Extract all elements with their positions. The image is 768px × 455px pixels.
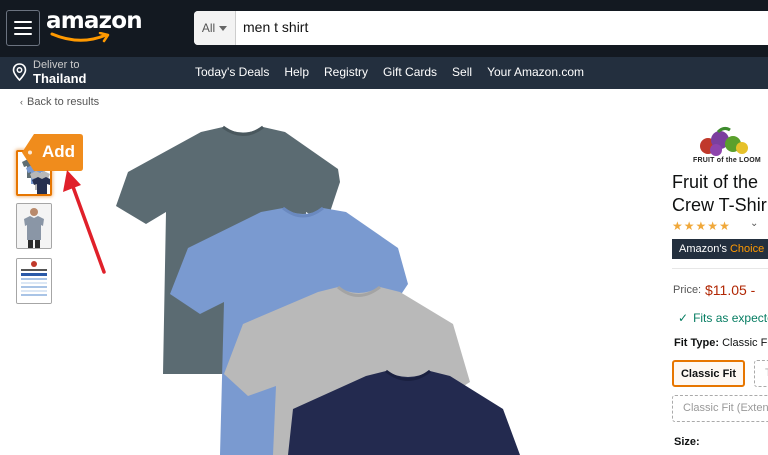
size-chart-thumbnail-image	[17, 259, 51, 303]
fit-option-tall[interactable]: T	[754, 360, 768, 387]
menu-icon-line	[14, 27, 32, 29]
deliver-to-label: Deliver to	[33, 59, 80, 71]
add-tag-label: Add	[42, 142, 76, 161]
brand-logo-text: FRUIT of the LOOM	[693, 157, 761, 164]
fruit-logo-icon	[700, 126, 748, 156]
amazons-choice-badge[interactable]: Amazon's Choice	[672, 239, 768, 259]
fit-type-label: Fit Type:	[674, 337, 720, 349]
nav-link-sell[interactable]: Sell	[452, 65, 472, 79]
fit-option-classic-extended[interactable]: Classic Fit (Exten	[672, 395, 768, 422]
badge-suffix: Choice	[729, 243, 765, 255]
thumbnail-size-chart[interactable]	[16, 258, 52, 304]
search-input[interactable]: men t shirt	[243, 19, 308, 35]
chevron-left-icon: ‹	[20, 97, 23, 107]
caret-down-icon	[219, 25, 228, 31]
search-category-label: All	[201, 21, 216, 35]
red-arrow-annotation	[63, 170, 106, 274]
fit-option-classic[interactable]: Classic Fit	[672, 360, 745, 387]
fit-type-row: Fit Type: Classic Fi	[674, 337, 768, 349]
badge-prefix: Amazon's	[679, 243, 727, 255]
fits-text: Fits as expecte	[693, 311, 768, 325]
nav-link-your-amazon[interactable]: Your Amazon.com	[487, 65, 584, 79]
check-icon: ✓	[678, 311, 689, 325]
main-product-image[interactable]	[108, 124, 538, 455]
back-to-results-link[interactable]: ‹ Back to results	[20, 96, 99, 108]
size-label: Size:	[674, 436, 700, 448]
star-icon: ★	[695, 219, 707, 233]
divider	[672, 268, 768, 269]
amazon-logo[interactable]: amazon	[46, 8, 143, 46]
model-thumbnail-image	[17, 204, 51, 248]
nav-link-gift-cards[interactable]: Gift Cards	[383, 65, 437, 79]
search-bar: All men t shirt	[194, 11, 768, 45]
fit-type-value: Classic Fi	[722, 337, 768, 349]
price-label: Price:	[673, 284, 702, 296]
rating-chevron-down-icon[interactable]: ⌄	[750, 218, 758, 229]
star-icon: ★	[683, 219, 695, 233]
top-header: amazon All men t shirt	[0, 0, 768, 57]
price-value: $11.05 -	[705, 282, 756, 298]
star-half-icon: ★	[719, 219, 730, 233]
brand-logo[interactable]: FRUIT of the LOOM	[690, 126, 761, 170]
hamburger-menu-button[interactable]	[6, 10, 40, 46]
nav-link-help[interactable]: Help	[284, 65, 309, 79]
nav-link-todays-deals[interactable]: Today's Deals	[195, 65, 269, 79]
nav-links: Today's Deals Help Registry Gift Cards S…	[195, 65, 599, 79]
deliver-country: Thailand	[33, 71, 87, 86]
star-rating[interactable]: ★ ★ ★ ★ ★	[672, 220, 730, 232]
fits-as-expected[interactable]: ✓ Fits as expecte	[678, 311, 768, 325]
product-title-line2: Crew T-Shir	[672, 195, 767, 215]
smile-icon	[50, 32, 110, 43]
search-category-dropdown[interactable]: All	[194, 11, 236, 45]
thumbnail-model[interactable]	[16, 203, 52, 249]
back-label: Back to results	[27, 96, 100, 108]
add-tag-annotation[interactable]: Add	[22, 134, 83, 171]
menu-icon-line	[14, 33, 32, 35]
star-icon: ★	[672, 219, 683, 233]
product-title-line1: Fruit of the	[672, 172, 759, 192]
logo-text: amazon	[46, 8, 143, 34]
star-icon: ★	[707, 219, 719, 233]
location-pin-icon	[12, 63, 27, 81]
nav-link-registry[interactable]: Registry	[324, 65, 368, 79]
product-page: amazon All men t shirt Deliver to Thaila…	[0, 0, 768, 455]
menu-icon-line	[14, 21, 32, 23]
